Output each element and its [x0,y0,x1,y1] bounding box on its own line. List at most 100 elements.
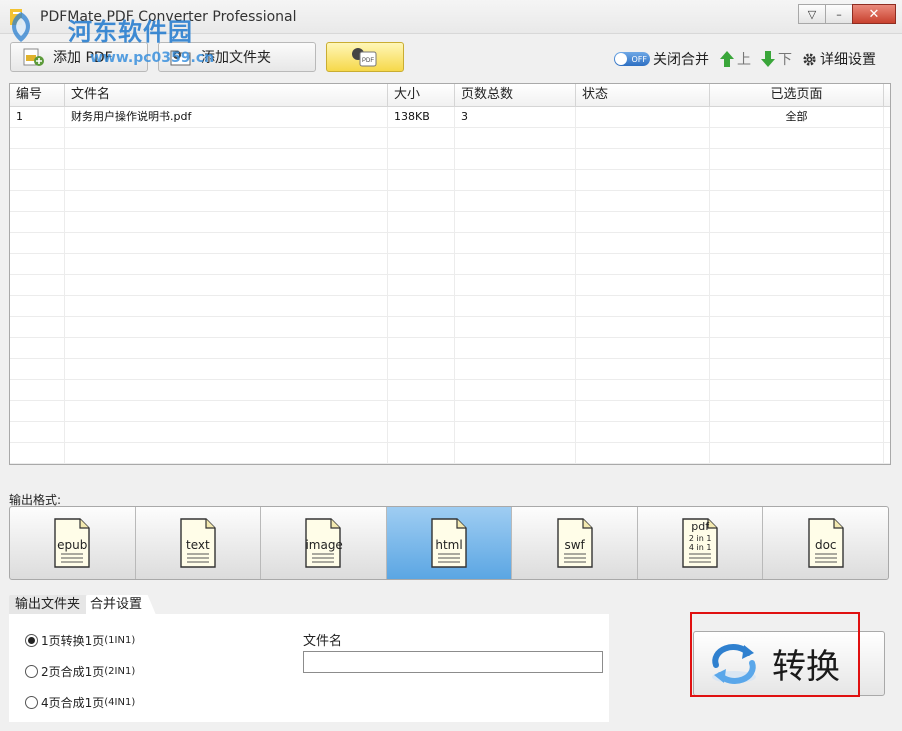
table-cell-empty [576,338,710,358]
radio-4in1[interactable]: 4页合成1页 (4IN1) [25,694,135,711]
add-folder-button[interactable]: 添加文件夹 [158,42,316,72]
merge-settings-panel: 1页转换1页 (1IN1) 2页合成1页 (2IN1) 4页合成1页 (4IN1) 文… [9,614,609,722]
column-header-pages[interactable]: 页数总数 [455,84,576,106]
format-epub-label: epub [57,538,88,552]
add-folder-icon [170,50,191,66]
move-down-button[interactable]: 下 [761,48,792,70]
table-cell-empty [710,191,884,211]
detail-settings-label: 详细设置 [820,52,876,68]
table-cell-empty [388,128,455,148]
table-cell-empty [455,296,576,316]
table-cell-empty [576,401,710,421]
table-cell-empty [65,317,388,337]
cell-selected-pages[interactable]: 全部 [710,107,884,127]
restore-button[interactable]: – [825,4,853,24]
detail-settings-button[interactable]: 详细设置 [802,48,876,70]
table-cell-empty [455,191,576,211]
column-header-size[interactable]: 大小 [388,84,455,106]
app-icon [10,9,22,25]
merge-toggle-switch[interactable]: OFF [614,52,650,66]
format-pdf-nup-button[interactable]: pdf 2 in 14 in 1 [638,507,764,579]
table-cell-empty [710,359,884,379]
merge-label: 关闭合并 [653,52,709,68]
radio-4in1-dot[interactable] [25,696,38,709]
radio-2in1-dot[interactable] [25,665,38,678]
add-pdf-icon [23,48,44,66]
pdf-settings-button[interactable]: PDF [326,42,404,72]
table-row-empty [10,212,890,233]
empty-rows [10,128,890,464]
table-row-empty [10,275,890,296]
merge-toggle[interactable]: OFF 关闭合并 [614,48,709,70]
table-cell-empty [388,212,455,232]
table-cell-empty [455,443,576,463]
tab-merge-settings[interactable]: 合并设置 [86,595,157,615]
table-row-empty [10,149,890,170]
format-image-button[interactable]: image [261,507,387,579]
table-cell-empty [65,296,388,316]
table-row-empty [10,359,890,380]
table-cell-empty [65,191,388,211]
settings-tabs: 输出文件夹 合并设置 [9,595,157,615]
table-cell-empty [576,149,710,169]
table-cell-empty [388,338,455,358]
table-cell-empty [65,338,388,358]
table-cell-empty [576,275,710,295]
window-title: PDFMate PDF Converter Professional [40,9,297,25]
table-cell-empty [710,443,884,463]
table-cell-empty [65,359,388,379]
add-pdf-button[interactable]: 添加 PDF [10,42,148,72]
table-cell-empty [710,212,884,232]
format-text-button[interactable]: text [136,507,262,579]
format-swf-button[interactable]: swf [512,507,638,579]
table-cell-empty [576,254,710,274]
move-up-label: 上 [737,52,751,68]
table-cell-empty [455,380,576,400]
table-cell-empty [10,233,65,253]
move-up-button[interactable]: 上 [720,48,751,70]
table-cell-empty [576,233,710,253]
format-pdf-nup-label: pdf [691,520,710,533]
convert-label: 转换 [772,647,840,687]
table-cell-empty [10,296,65,316]
table-cell-empty [10,275,65,295]
table-cell-empty [455,275,576,295]
table-cell-empty [576,128,710,148]
table-row-empty [10,254,890,275]
filename-input[interactable] [303,651,603,673]
table-cell-empty [388,401,455,421]
table-row-empty [10,338,890,359]
format-html-button[interactable]: html [386,507,513,579]
minimize-button[interactable]: ▽ [798,4,826,24]
tab-output-folder[interactable]: 输出文件夹 [9,595,87,615]
table-cell-empty [65,401,388,421]
close-button[interactable]: ✕ [852,4,896,24]
table-cell-empty [388,191,455,211]
table-cell-empty [576,443,710,463]
format-html-label: html [435,538,463,552]
column-header-status[interactable]: 状态 [576,84,710,106]
table-cell-empty [65,128,388,148]
move-down-label: 下 [778,52,792,68]
table-cell-empty [388,170,455,190]
file-table[interactable]: 编号 文件名 大小 页数总数 状态 已选页面 1 财务用户操作说明书.pdf 1… [9,83,891,465]
table-row[interactable]: 1 财务用户操作说明书.pdf 138KB 3 全部 [10,107,890,128]
table-cell-empty [10,401,65,421]
column-header-index[interactable]: 编号 [10,84,65,106]
table-cell-empty [710,422,884,442]
radio-2in1[interactable]: 2页合成1页 (2IN1) [25,663,135,680]
table-cell-empty [710,233,884,253]
table-cell-empty [455,170,576,190]
format-epub-button[interactable]: epub [10,507,136,579]
format-doc-button[interactable]: doc [763,507,888,579]
radio-1in1-dot[interactable] [25,634,38,647]
table-cell-empty [455,422,576,442]
convert-button[interactable]: 转换 [693,631,885,696]
format-pdf-nup-icon: pdf 2 in 14 in 1 [682,518,718,568]
radio-1in1[interactable]: 1页转换1页 (1IN1) [25,632,135,649]
radio-2in1-label: 2页合成1页 [41,665,105,679]
table-row-empty [10,128,890,149]
column-header-filename[interactable]: 文件名 [65,84,388,106]
column-header-selected-pages[interactable]: 已选页面 [710,84,884,106]
add-pdf-label: 添加 PDF [53,50,113,66]
